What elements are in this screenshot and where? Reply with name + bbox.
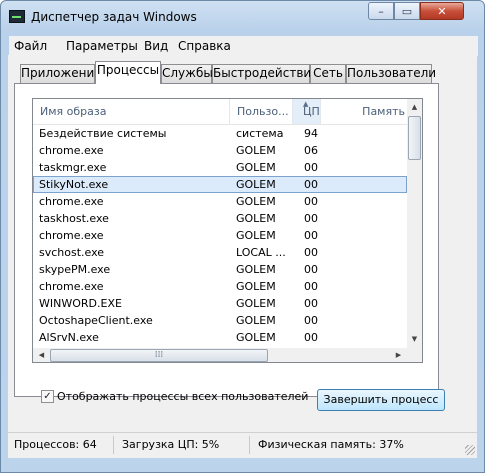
process-row[interactable]: chrome.exe GOLEM 00 — [33, 193, 407, 210]
show-all-users-checkbox[interactable]: ✓ — [41, 390, 54, 403]
process-row[interactable]: OctoshapeClient.exe GOLEM 00 — [33, 312, 407, 329]
process-image-name: StikyNot.exe — [39, 178, 109, 191]
vertical-scroll-thumb[interactable] — [408, 116, 421, 160]
process-user: GOLEM — [236, 161, 276, 174]
process-row[interactable]: Бездействие системы система 94 — [33, 125, 407, 142]
horizontal-scrollbar[interactable]: ◀ ⁞⁞⁞ ▶ — [33, 348, 407, 362]
process-image-name: Бездействие системы — [39, 127, 167, 140]
process-cpu: 00 — [304, 178, 318, 191]
process-image-name: chrome.exe — [39, 144, 104, 157]
process-cpu: 00 — [304, 161, 318, 174]
process-row[interactable]: chrome.exe GOLEM 00 — [33, 227, 407, 244]
process-image-name: svchost.exe — [39, 246, 105, 259]
process-cpu: 00 — [304, 331, 318, 344]
column-user[interactable]: Пользо... — [230, 99, 293, 124]
process-cpu: 00 — [304, 280, 318, 293]
process-cpu: 00 — [304, 229, 318, 242]
process-image-name: skypePM.exe — [39, 263, 111, 276]
process-cpu: 00 — [304, 212, 318, 225]
process-user: GOLEM — [236, 229, 276, 242]
client-area: Приложения Процессы Службы Быстродействи… — [8, 55, 477, 458]
column-memory[interactable]: Память — [321, 99, 407, 124]
close-button[interactable]: ✕ — [420, 2, 464, 20]
process-image-name: AlSrvN.exe — [39, 331, 99, 344]
process-image-name: WINWORD.EXE — [39, 297, 122, 310]
list-header: Имя образа Пользо... ▲ ЦП Память — [33, 99, 407, 125]
process-image-name: chrome.exe — [39, 280, 104, 293]
process-row[interactable]: skypePM.exe GOLEM 00 — [33, 261, 407, 278]
process-cpu: 00 — [304, 263, 318, 276]
menu-view[interactable]: Вид — [144, 39, 168, 53]
process-user: GOLEM — [236, 212, 276, 225]
menu-options[interactable]: Параметры — [66, 39, 138, 53]
process-row[interactable]: taskmgr.exe GOLEM 00 — [33, 159, 407, 176]
process-user: GOLEM — [236, 280, 276, 293]
status-process-count: Процессов: 64 — [10, 436, 114, 454]
tab-processes[interactable]: Процессы — [95, 61, 161, 84]
process-image-name: OctoshapeClient.exe — [39, 314, 153, 327]
process-user: система — [236, 127, 284, 140]
process-row[interactable]: chrome.exe GOLEM 06 — [33, 142, 407, 159]
horizontal-scroll-thumb[interactable]: ⁞⁞⁞ — [50, 349, 268, 362]
column-image-name[interactable]: Имя образа — [33, 99, 230, 124]
process-image-name: taskhost.exe — [39, 212, 109, 225]
process-list[interactable]: Имя образа Пользо... ▲ ЦП Память Бездейс… — [32, 98, 423, 363]
scrollbar-corner — [407, 348, 422, 362]
process-user: GOLEM — [236, 314, 276, 327]
tab-performance[interactable]: Быстродействие — [212, 64, 319, 83]
process-row[interactable]: StikyNot.exe GOLEM 00 — [33, 176, 407, 193]
tab-users[interactable]: Пользователи — [346, 64, 436, 83]
scroll-up-icon[interactable]: ▲ — [407, 100, 422, 115]
process-user: GOLEM — [236, 178, 276, 191]
menu-file[interactable]: Файл — [14, 39, 47, 53]
status-physical-memory: Физическая память: 37% — [258, 438, 404, 451]
window-title: Диспетчер задач Windows — [31, 10, 197, 24]
process-rows: Бездействие системы система 94 chrome.exe GO… — [33, 125, 407, 362]
process-cpu: 00 — [304, 195, 318, 208]
tab-applications[interactable]: Приложения — [20, 64, 102, 83]
title-bar[interactable]: Диспетчер задач Windows – ▭ ✕ — [1, 1, 484, 31]
scroll-down-icon[interactable]: ▼ — [407, 332, 422, 347]
process-cpu: 00 — [304, 297, 318, 310]
process-cpu: 00 — [304, 246, 318, 259]
process-image-name: chrome.exe — [39, 195, 104, 208]
status-cpu-usage: Загрузка ЦП: 5% — [118, 436, 250, 454]
process-image-name: chrome.exe — [39, 229, 104, 242]
column-cpu[interactable]: ▲ ЦП — [293, 99, 321, 124]
process-user: LOCAL ... — [236, 246, 286, 259]
process-user: GOLEM — [236, 331, 276, 344]
process-row[interactable]: svchost.exe LOCAL ... 00 — [33, 244, 407, 261]
process-user: GOLEM — [236, 195, 276, 208]
process-row[interactable]: taskhost.exe GOLEM 00 — [33, 210, 407, 227]
scroll-right-icon[interactable]: ▶ — [391, 348, 406, 362]
process-cpu: 00 — [304, 314, 318, 327]
process-image-name: taskmgr.exe — [39, 161, 107, 174]
column-user-label: Пользо... — [237, 105, 289, 118]
process-user: GOLEM — [236, 263, 276, 276]
status-bar: Процессов: 64 Загрузка ЦП: 5% Физическая… — [8, 432, 477, 457]
process-user: GOLEM — [236, 297, 276, 310]
menu-bar: Файл Параметры Вид Справка — [9, 36, 478, 57]
process-cpu: 06 — [304, 144, 318, 157]
sort-ascending-icon: ▲ — [303, 100, 309, 108]
maximize-button[interactable]: ▭ — [394, 2, 420, 20]
resize-grip-icon[interactable] — [465, 445, 475, 455]
tab-network[interactable]: Сеть — [310, 64, 346, 83]
scroll-left-icon[interactable]: ◀ — [34, 348, 49, 362]
process-row[interactable]: WINWORD.EXE GOLEM 00 — [33, 295, 407, 312]
column-memory-label: Память — [362, 105, 405, 118]
minimize-button[interactable]: – — [368, 2, 394, 20]
tab-services[interactable]: Службы — [161, 64, 213, 83]
task-manager-icon — [9, 10, 25, 23]
process-cpu: 94 — [304, 127, 318, 140]
menu-help[interactable]: Справка — [178, 39, 231, 53]
end-process-button[interactable]: Завершить процесс — [317, 389, 445, 411]
show-all-users-label[interactable]: Отображать процессы всех пользователей — [57, 390, 308, 403]
process-row[interactable]: AlSrvN.exe GOLEM 00 — [33, 329, 407, 346]
vertical-scrollbar[interactable]: ▲ ▼ — [407, 99, 422, 348]
column-image-name-label: Имя образа — [40, 105, 107, 118]
process-row[interactable]: chrome.exe GOLEM 00 — [33, 278, 407, 295]
process-user: GOLEM — [236, 144, 276, 157]
